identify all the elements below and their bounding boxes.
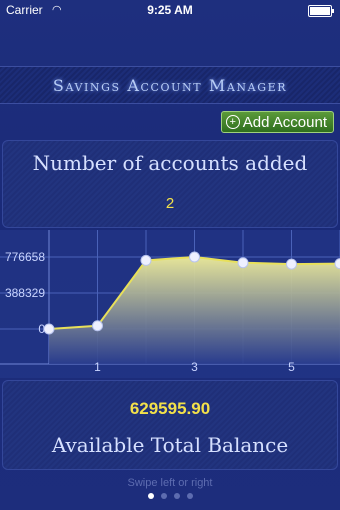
balance-panel: 629595.90 Available Total Balance: [2, 380, 338, 470]
page-dot[interactable]: [186, 493, 193, 499]
x-tick-label: 1: [94, 360, 101, 374]
balance-label: Available Total Balance: [51, 433, 289, 457]
app-title: Savings Account Manager: [52, 76, 288, 95]
title-banner: Savings Account Manager: [0, 66, 340, 104]
chart-point: [92, 320, 103, 332]
page-dot[interactable]: [160, 493, 167, 499]
page-dot[interactable]: [173, 493, 180, 499]
plus-circle-icon: +: [225, 115, 240, 129]
accounts-count-panel: Number of accounts added 2: [2, 140, 338, 228]
y-tick-label: 776658: [5, 250, 45, 264]
add-account-label: Add Account: [242, 113, 327, 131]
page-dot[interactable]: [147, 493, 154, 499]
battery-icon: [308, 5, 334, 17]
accounts-count-label: Number of accounts added: [32, 151, 308, 175]
swipe-hint: Swipe left or right: [127, 477, 213, 489]
balance-value: 629595.90: [129, 399, 211, 418]
chart-point: [237, 257, 249, 269]
add-account-button[interactable]: + Add Account: [220, 111, 334, 133]
chart-point: [286, 258, 297, 270]
status-time: 9:25 AM: [147, 3, 193, 17]
balance-chart: 0 388329 776658 1 3 5: [0, 230, 340, 378]
page-indicator[interactable]: [0, 493, 340, 499]
x-tick-label: 3: [191, 360, 198, 374]
status-bar: Carrier ◠ 9:25 AM: [0, 0, 340, 20]
y-tick-label: 0: [38, 322, 45, 336]
y-tick-label: 388329: [5, 286, 45, 300]
accounts-count-value: 2: [165, 195, 175, 212]
chart-point: [140, 254, 152, 266]
x-tick-label: 5: [288, 360, 295, 374]
chart-point: [189, 251, 200, 263]
chart-point: [43, 323, 55, 335]
